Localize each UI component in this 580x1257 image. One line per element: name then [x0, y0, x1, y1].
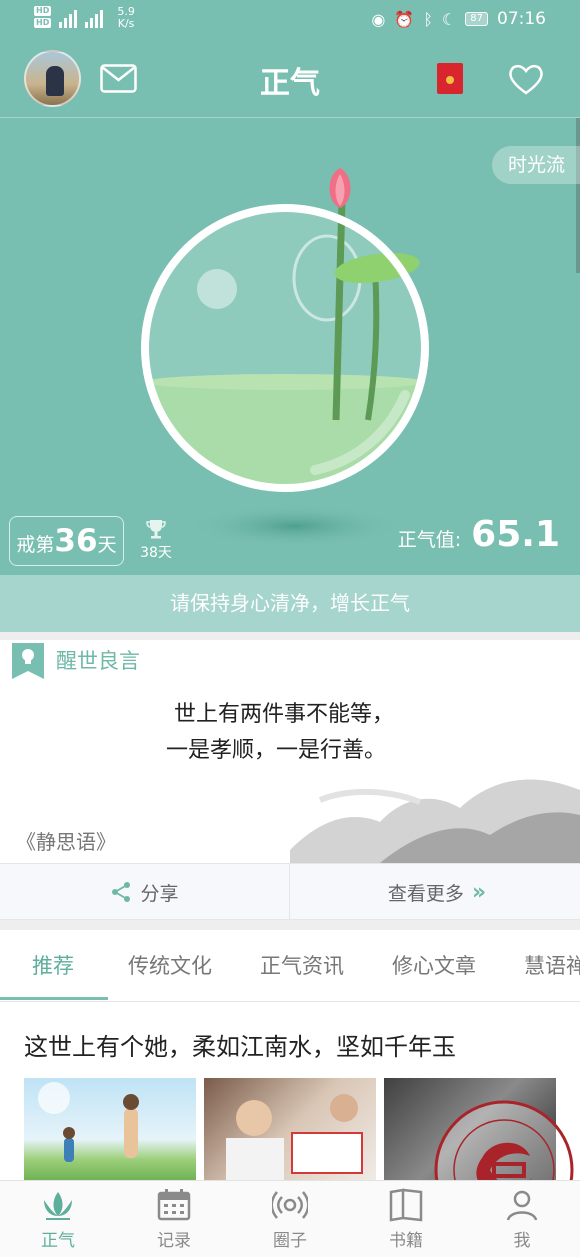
nav-item-records[interactable]: 记录: [116, 1181, 232, 1257]
signal-icon: [59, 6, 78, 28]
tab-recommended[interactable]: 推荐: [32, 930, 74, 1001]
category-tabs: 推荐 传统文化 正气资讯 修心文章 慧语禅: [0, 930, 580, 1002]
ink-mountains-image: [290, 779, 580, 863]
illustration-mother-child: [38, 1082, 139, 1162]
heart-icon[interactable]: [508, 62, 544, 96]
nav-item-me[interactable]: 我: [464, 1181, 580, 1257]
tab-traditional-culture[interactable]: 传统文化: [128, 930, 212, 1001]
quote-actions: 分享 查看更多 ››: [0, 863, 580, 920]
quote-text-line: 世上有两件事不能等，: [173, 702, 394, 727]
lotus-icon: [44, 1192, 72, 1220]
lightbulb-icon: [12, 643, 44, 679]
book-icon: [389, 1188, 423, 1222]
battery-icon: 87: [465, 12, 488, 26]
bottom-navigation: 正气 记录 圈子 书籍 我: [0, 1180, 580, 1257]
tab-zen-words[interactable]: 慧语禅: [524, 930, 580, 1001]
hd-badge: HD: [34, 18, 52, 28]
quote-source: 《静思语》: [16, 830, 116, 854]
article-thumbnail[interactable]: [24, 1078, 196, 1180]
view-more-button[interactable]: 查看更多 ››: [290, 864, 580, 920]
scrollbar[interactable]: [576, 118, 580, 273]
quote-card[interactable]: 醒世良言 世上有两件事不能等， 一是孝顺，一是行善。 《静思语》: [0, 640, 580, 863]
hd-badge: HD: [34, 6, 52, 16]
active-tab-indicator: [0, 997, 108, 1000]
article-thumbnail[interactable]: [204, 1078, 376, 1180]
share-label: 分享: [140, 882, 179, 905]
status-left: HD HD 5.9 K/s: [34, 6, 135, 30]
abstinence-streak: 戒第 36 天: [9, 516, 124, 566]
clock: 07:16: [497, 9, 546, 29]
broadcast-icon: [272, 1191, 308, 1219]
red-packet-icon[interactable]: [437, 63, 463, 94]
status-bar: HD HD 5.9 K/s ◉ ⏰ ᛒ ☾ 87 07:16: [0, 0, 580, 40]
lotus-globe[interactable]: [120, 150, 450, 550]
share-icon: [112, 882, 131, 902]
header-divider: [0, 117, 580, 118]
double-chevron-right-icon: ››: [471, 879, 486, 905]
nav-item-zhengqi[interactable]: 正气: [0, 1181, 116, 1257]
quote-heading: 醒世良言: [56, 649, 140, 673]
eye-icon: ◉: [371, 9, 386, 29]
view-more-label: 查看更多: [387, 882, 464, 905]
status-right: ◉ ⏰ ᛒ ☾ 87 07:16: [371, 9, 546, 29]
bluetooth-icon: ᛒ: [423, 9, 433, 29]
nav-item-circle[interactable]: 圈子: [232, 1181, 348, 1257]
calendar-icon: [157, 1189, 191, 1221]
photo-award-ceremony: [226, 1094, 363, 1180]
signal-icon: [85, 6, 104, 28]
hd-badges: HD HD: [34, 6, 52, 28]
time-flow-button[interactable]: 时光流: [492, 146, 580, 184]
app-header: 正气: [0, 40, 580, 118]
tab-mind-articles[interactable]: 修心文章: [392, 930, 476, 1001]
trophy-icon: [146, 520, 166, 539]
alarm-icon: ⏰: [394, 9, 415, 29]
zhengqi-score: 正气值: 65.1: [397, 514, 560, 555]
network-speed: 5.9 K/s: [117, 5, 135, 30]
best-record[interactable]: 38天: [138, 518, 174, 562]
page-title: 正气: [260, 66, 320, 101]
motto-banner: 请保持身心清净，增长正气: [0, 575, 580, 632]
section-separator: [0, 920, 580, 930]
section-separator: [0, 632, 580, 640]
user-icon: [506, 1190, 538, 1221]
moon-icon: ☾: [441, 9, 457, 29]
tab-zhengqi-news[interactable]: 正气资讯: [260, 930, 344, 1001]
nav-item-books[interactable]: 书籍: [348, 1181, 464, 1257]
streak-days: 36: [54, 523, 98, 559]
article-title[interactable]: 这世上有个她，柔如江南水，坚如千年玉: [24, 1027, 456, 1062]
share-button[interactable]: 分享: [0, 864, 290, 920]
